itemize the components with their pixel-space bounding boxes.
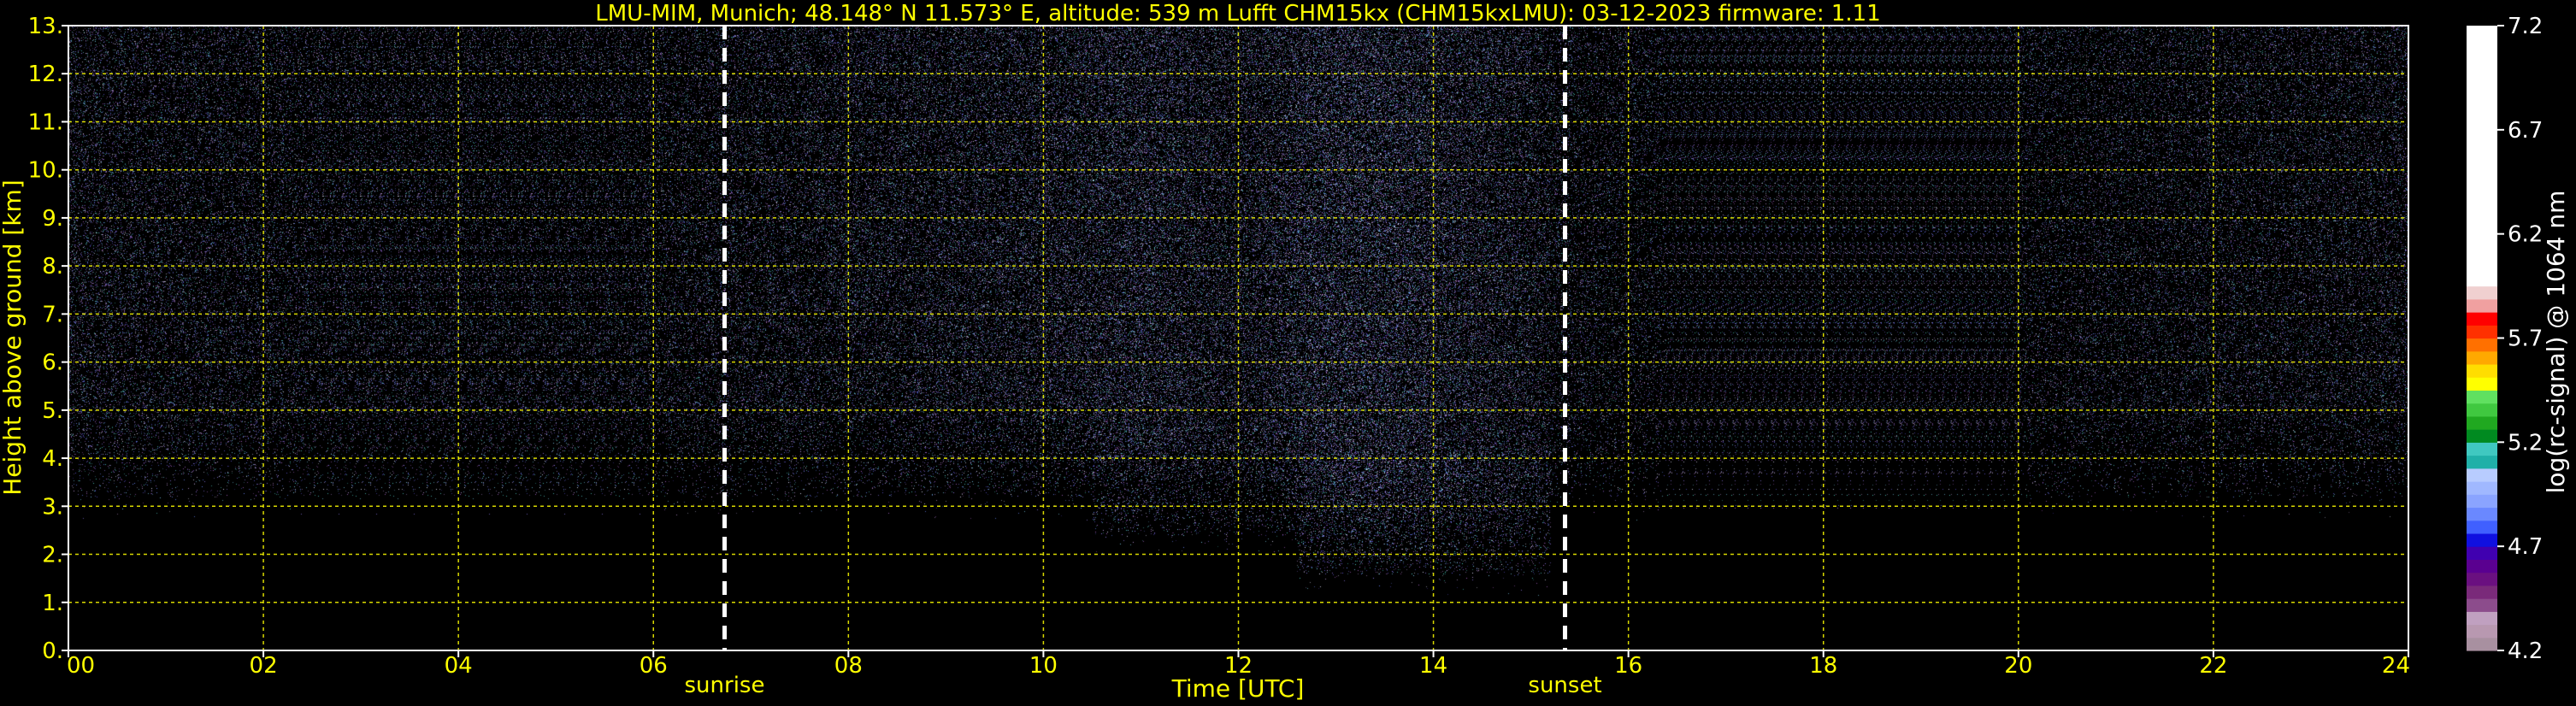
colorbar-segment [2467,507,2497,521]
x-tick-label: 14 [1419,653,1447,679]
x-tick-label: 00 [67,653,95,679]
colorbar-segment [2467,520,2497,534]
y-tick-label: 0. [42,638,63,664]
colorbar-tick-label: 5.7 [2508,327,2543,352]
colorbar-tick-label: 4.7 [2508,534,2543,560]
colorbar-segment [2467,312,2497,326]
colorbar-segment [2467,546,2497,560]
x-tick-label: 02 [250,653,278,679]
sunrise-label: sunrise [685,673,765,698]
colorbar-segment [2467,468,2497,482]
colorbar-segment [2467,455,2497,469]
x-axis-label: Time [UTC] [1171,674,1305,703]
colorbar-segment [2467,350,2497,365]
colorbar-segment [2467,390,2497,404]
y-tick-label: 8. [42,254,63,279]
colorbar-segment [2467,415,2497,430]
x-tick-label: 06 [640,653,668,679]
colorbar-tick-label: 5.2 [2508,430,2543,456]
x-tick-label: 22 [2199,653,2227,679]
colorbar-segment [2467,532,2497,547]
colorbar-segment [2467,494,2497,509]
y-tick-label: 12. [28,62,63,87]
colorbar-segment [2467,338,2497,352]
ceilometer-chart: LMU-MIM, Munich; 48.148° N 11.573° E, al… [0,1,2570,703]
x-tick-label: 04 [445,653,473,679]
colorbar-segment [2467,429,2497,443]
colorbar-segment [2467,637,2497,651]
y-tick-label: 4. [42,446,63,472]
y-tick-label: 7. [42,302,63,327]
colorbar-segment [2467,325,2497,339]
colorbar-segment [2467,285,2497,300]
y-tick-label: 2. [42,543,63,568]
colorbar-segment [2467,598,2497,612]
colorbar-tick-label: 6.7 [2508,118,2543,144]
y-axis-ticks: 0. 1. 2. 3. 4. 5. 6. 7. 8. 9. 10. 11. 12. 13. [28,14,68,664]
y-axis-label: Height above ground [km] [0,179,27,496]
colorbar-segment [2467,363,2497,378]
colorbar-label: log(rc-signal) @ 1064 nm [2542,191,2570,494]
event-lines [722,26,1568,650]
colorbar-segment [2467,559,2497,574]
colorbar-segment [2467,26,2497,287]
colorbar-segment [2467,611,2497,626]
y-tick-label: 11. [28,109,63,135]
colorbar-tick-label: 4.2 [2508,638,2543,664]
y-tick-label: 1. [42,591,63,616]
colorbar-segment [2467,585,2497,599]
colorbar-tick-label: 6.2 [2508,222,2543,248]
chart-title: LMU-MIM, Munich; 48.148° N 11.573° E, al… [595,1,1880,26]
y-tick-label: 6. [42,350,63,376]
x-tick-label: 10 [1029,653,1058,679]
colorbar-segment [2467,442,2497,456]
colorbar-segment [2467,298,2497,313]
y-tick-label: 3. [42,494,63,520]
x-tick-label: 20 [2004,653,2032,679]
colorbar-tick-label: 7.2 [2508,14,2543,39]
colorbar-segment [2467,377,2497,391]
y-tick-label: 5. [42,398,63,424]
x-tick-label: 18 [1809,653,1837,679]
y-tick-label: 10. [28,158,63,184]
x-tick-label: 08 [834,653,863,679]
colorbar-segment [2467,572,2497,586]
sunset-label: sunset [1528,673,1601,698]
x-tick-label: 24 [2382,653,2410,679]
colorbar-ticks: 4.2 4.7 5.2 5.7 6.2 6.7 7.2 [2497,14,2543,664]
event-labels: sunrise sunset [685,673,1602,698]
y-tick-label: 13. [28,14,63,39]
colorbar-segment [2467,624,2497,638]
colorbar-segment [2467,481,2497,495]
x-tick-label: 16 [1614,653,1642,679]
plot-frame [68,25,2409,651]
colorbar [2467,26,2497,651]
y-tick-label: 9. [42,206,63,232]
grid-lines [68,26,2408,650]
colorbar-segment [2467,403,2497,417]
